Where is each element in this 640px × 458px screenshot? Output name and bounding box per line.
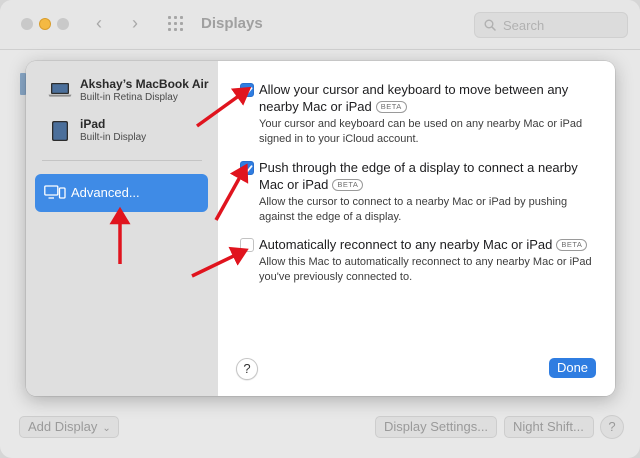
displays-window: ‹ › Displays Add Display ⌄ Display Settin… — [0, 0, 640, 458]
checkmark-icon — [243, 87, 253, 95]
laptop-icon — [48, 83, 72, 97]
help-button[interactable]: ? — [600, 415, 624, 439]
option-title-text: Allow your cursor and keyboard to move b… — [259, 82, 569, 114]
option-title: Push through the edge of a display to co… — [259, 159, 601, 193]
auto-reconnect-checkbox[interactable] — [240, 238, 254, 252]
ipad-icon — [52, 121, 68, 141]
cursor-keyboard-checkbox[interactable] — [240, 83, 254, 97]
option-description: Allow the cursor to connect to a nearby … — [259, 196, 568, 223]
close-window-button[interactable] — [21, 18, 33, 30]
done-button[interactable]: Done — [549, 358, 596, 378]
option-title-text: Push through the edge of a display to co… — [259, 160, 578, 192]
night-shift-button[interactable]: Night Shift... — [504, 416, 594, 438]
search-icon — [484, 19, 496, 31]
sheet-sidebar: Akshay’s MacBook Air Built-in Retina Dis… — [26, 61, 218, 396]
search-input[interactable] — [503, 17, 621, 34]
window-title: Displays — [201, 15, 263, 32]
back-arrow-icon[interactable]: ‹ — [96, 13, 102, 33]
title-bar: ‹ › Displays — [0, 0, 640, 50]
device-name: Akshay’s MacBook Air — [80, 77, 209, 91]
beta-badge: BETA — [556, 239, 588, 251]
option-description: Your cursor and keyboard can be used on … — [259, 118, 583, 145]
sidebar-item-advanced[interactable]: Advanced... — [35, 174, 208, 212]
beta-badge: BETA — [375, 101, 407, 113]
add-display-label: Add Display — [28, 419, 98, 434]
displays-icon — [44, 185, 66, 199]
option-title: Automatically reconnect to any nearby Ma… — [259, 236, 601, 253]
chevron-down-icon: ⌄ — [102, 423, 111, 434]
beta-badge: BETA — [332, 179, 364, 191]
device-subtitle: Built-in Retina Display — [80, 92, 178, 103]
push-through-checkbox[interactable] — [240, 161, 254, 175]
advanced-sheet: Akshay’s MacBook Air Built-in Retina Dis… — [26, 61, 615, 396]
option-description: Allow this Mac to automatically reconnec… — [259, 256, 592, 283]
device-name: iPad — [80, 117, 106, 131]
add-display-button[interactable]: Add Display ⌄ — [19, 416, 119, 438]
search-field[interactable] — [474, 12, 628, 38]
minimize-window-button[interactable] — [39, 18, 51, 30]
sheet-content: Allow your cursor and keyboard to move b… — [218, 61, 615, 396]
sheet-help-button[interactable]: ? — [236, 358, 258, 380]
advanced-label: Advanced... — [71, 185, 140, 200]
zoom-window-button[interactable] — [57, 18, 69, 30]
option-title: Allow your cursor and keyboard to move b… — [259, 81, 601, 115]
option-title-text: Automatically reconnect to any nearby Ma… — [259, 237, 553, 252]
display-settings-button[interactable]: Display Settings... — [375, 416, 497, 438]
sidebar-divider — [42, 160, 202, 161]
device-subtitle: Built-in Display — [80, 132, 147, 143]
checkmark-icon — [243, 165, 253, 173]
show-all-grid-icon[interactable] — [168, 16, 186, 32]
forward-arrow-icon[interactable]: › — [132, 13, 138, 33]
